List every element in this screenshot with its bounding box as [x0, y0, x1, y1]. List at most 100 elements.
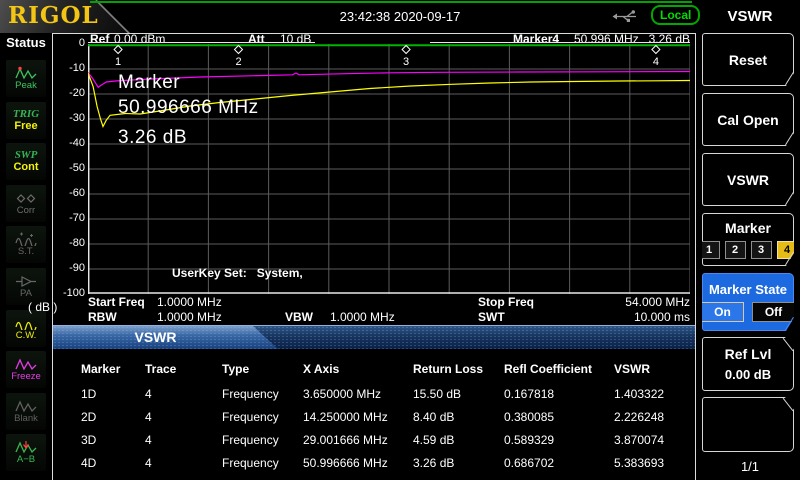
table-row-2-cell-6: 3.870074: [614, 428, 693, 451]
status-trig-value: Free: [14, 120, 37, 133]
status-blank-label: Blank: [14, 414, 38, 424]
status-item-blank: Blank: [6, 393, 46, 430]
table-header-6: VSWR: [614, 356, 693, 382]
menu-button-cal-open[interactable]: Cal Open: [702, 93, 794, 146]
freeze-waveform-icon: [14, 357, 38, 371]
rigol-logo: RIGOL: [8, 2, 99, 29]
menu-button-marker[interactable]: Marker1234: [702, 213, 794, 266]
menu-button-ref-lvl[interactable]: Ref Lvl0.00 dB: [702, 337, 794, 391]
toggle-on[interactable]: On: [701, 302, 744, 322]
status-pa-label: PA: [20, 289, 32, 299]
status-item-freeze: Freeze: [6, 351, 46, 388]
vbw-value: 1.0000 MHz: [330, 310, 395, 324]
status-panel-title: Status: [0, 35, 52, 50]
table-row-3-cell-3: 50.996666 MHz: [303, 451, 413, 474]
status-item-corr: Corr: [6, 185, 46, 222]
status-peak-label: Peak: [15, 81, 37, 91]
status-swp-value: Cont: [13, 161, 38, 174]
table-header-0: Marker: [81, 356, 145, 382]
menu-divider: [695, 33, 696, 480]
menu-button-vswr-label: VSWR: [727, 172, 769, 188]
rbw-label: RBW: [88, 310, 117, 324]
menu-button-marker-state[interactable]: Marker State On Off: [702, 273, 794, 331]
header-underline-right: [430, 42, 690, 43]
y-tick--40: -40: [48, 137, 85, 149]
svg-text:2: 2: [235, 56, 241, 68]
table-row-2-cell-3: 29.001666 MHz: [303, 428, 413, 451]
menu-button-reset[interactable]: Reset: [702, 33, 794, 86]
top-green-line: [90, 1, 692, 3]
svg-text:3: 3: [403, 56, 409, 68]
status-item-trig: TRIGFree: [6, 102, 46, 139]
table-row-0-cell-6: 1.403322: [614, 382, 693, 405]
table-header-1: Trace: [145, 356, 222, 382]
marker-overlay-amp: 3.26 dB: [118, 127, 187, 149]
usb-remote-icon: [610, 9, 640, 24]
start-freq-label: Start Freq: [88, 295, 145, 309]
status-item-peak: Peak: [6, 60, 46, 97]
table-row-1-cell-1: 4: [145, 405, 222, 428]
status-item-ab: A−B: [6, 434, 46, 471]
table-row-3-cell-6: 5.383693: [614, 451, 693, 474]
y-tick--60: -60: [48, 187, 85, 199]
svg-text:4: 4: [653, 56, 659, 68]
menu-title: VSWR: [700, 8, 800, 25]
header-underline-left: [88, 42, 315, 43]
table-row-0-cell-3: 3.650000 MHz: [303, 382, 413, 405]
y-tick--30: -30: [48, 112, 85, 124]
timestamp: 23:42:38 2020-09-17: [280, 9, 520, 24]
y-tick--90: -90: [48, 262, 85, 274]
menu-button-empty[interactable]: [702, 397, 794, 452]
status-swp-mode: SWP: [15, 149, 38, 161]
menu-button-reset-label: Reset: [729, 52, 767, 68]
corr-waveform-icon: [14, 191, 38, 205]
menu-page-indicator: 1/1: [700, 459, 800, 474]
stop-freq-value: 54.000 MHz: [555, 295, 690, 309]
local-mode-badge: Local: [651, 5, 700, 25]
peak-waveform-icon: [14, 66, 38, 80]
menu-button-vswr[interactable]: VSWR: [702, 153, 794, 206]
y-tick--20: -20: [48, 87, 85, 99]
function-bar: VSWR: [53, 325, 695, 349]
table-row-1-cell-3: 14.250000 MHz: [303, 405, 413, 428]
y-tick--70: -70: [48, 212, 85, 224]
start-freq-value: 1.0000 MHz: [157, 295, 222, 309]
stop-freq-label: Stop Freq: [478, 295, 534, 309]
rbw-value: 1.0000 MHz: [157, 310, 222, 324]
toggle-off[interactable]: Off: [752, 302, 795, 322]
menu-button-cal-open-label: Cal Open: [717, 112, 778, 128]
blank-waveform-icon: [14, 399, 38, 413]
marker-number-row: 1234: [699, 241, 798, 259]
table-header-3: X Axis: [303, 356, 413, 382]
status-cw-label: C.W.: [16, 331, 37, 341]
status-corr-label: Corr: [17, 206, 35, 216]
marker-number-3[interactable]: 3: [751, 241, 772, 259]
menu-button-ref-lvl-value: 0.00 dB: [725, 367, 771, 382]
marker-number-2[interactable]: 2: [725, 241, 746, 259]
svg-text:1: 1: [115, 56, 121, 68]
status-item-st: S.T.: [6, 226, 46, 263]
table-row-0-cell-5: 0.167818: [504, 382, 614, 405]
analyzer-screen: { "brand": "RIGOL", "top_bar": { "timest…: [0, 0, 800, 480]
marker-number-1[interactable]: 1: [699, 241, 720, 259]
table-row-2-cell-2: Frequency: [222, 428, 303, 451]
table-header-5: Refl Coefficient: [504, 356, 614, 382]
sidebar-divider: [52, 33, 53, 480]
table-row-3-cell-4: 3.26 dB: [413, 451, 504, 474]
table-row-1-cell-5: 0.380085: [504, 405, 614, 428]
y-tick--100: -100: [48, 287, 85, 299]
swt-label: SWT: [478, 310, 505, 324]
marker-overlay-title: Marker: [118, 72, 180, 94]
table-row-2-cell-4: 4.59 dB: [413, 428, 504, 451]
menu-button-marker-state-label: Marker State: [709, 282, 787, 297]
st-waveform-icon: [14, 232, 38, 246]
marker-number-4[interactable]: 4: [777, 241, 798, 259]
function-tab-title: VSWR: [53, 326, 258, 349]
table-row-0-cell-4: 15.50 dB: [413, 382, 504, 405]
status-st-label: S.T.: [18, 247, 34, 257]
table-row-0-cell-2: Frequency: [222, 382, 303, 405]
y-tick-0: 0: [48, 37, 85, 49]
status-ab-label: A−B: [17, 455, 35, 465]
table-row-3-cell-5: 0.686702: [504, 451, 614, 474]
table-header-4: Return Loss: [413, 356, 504, 382]
